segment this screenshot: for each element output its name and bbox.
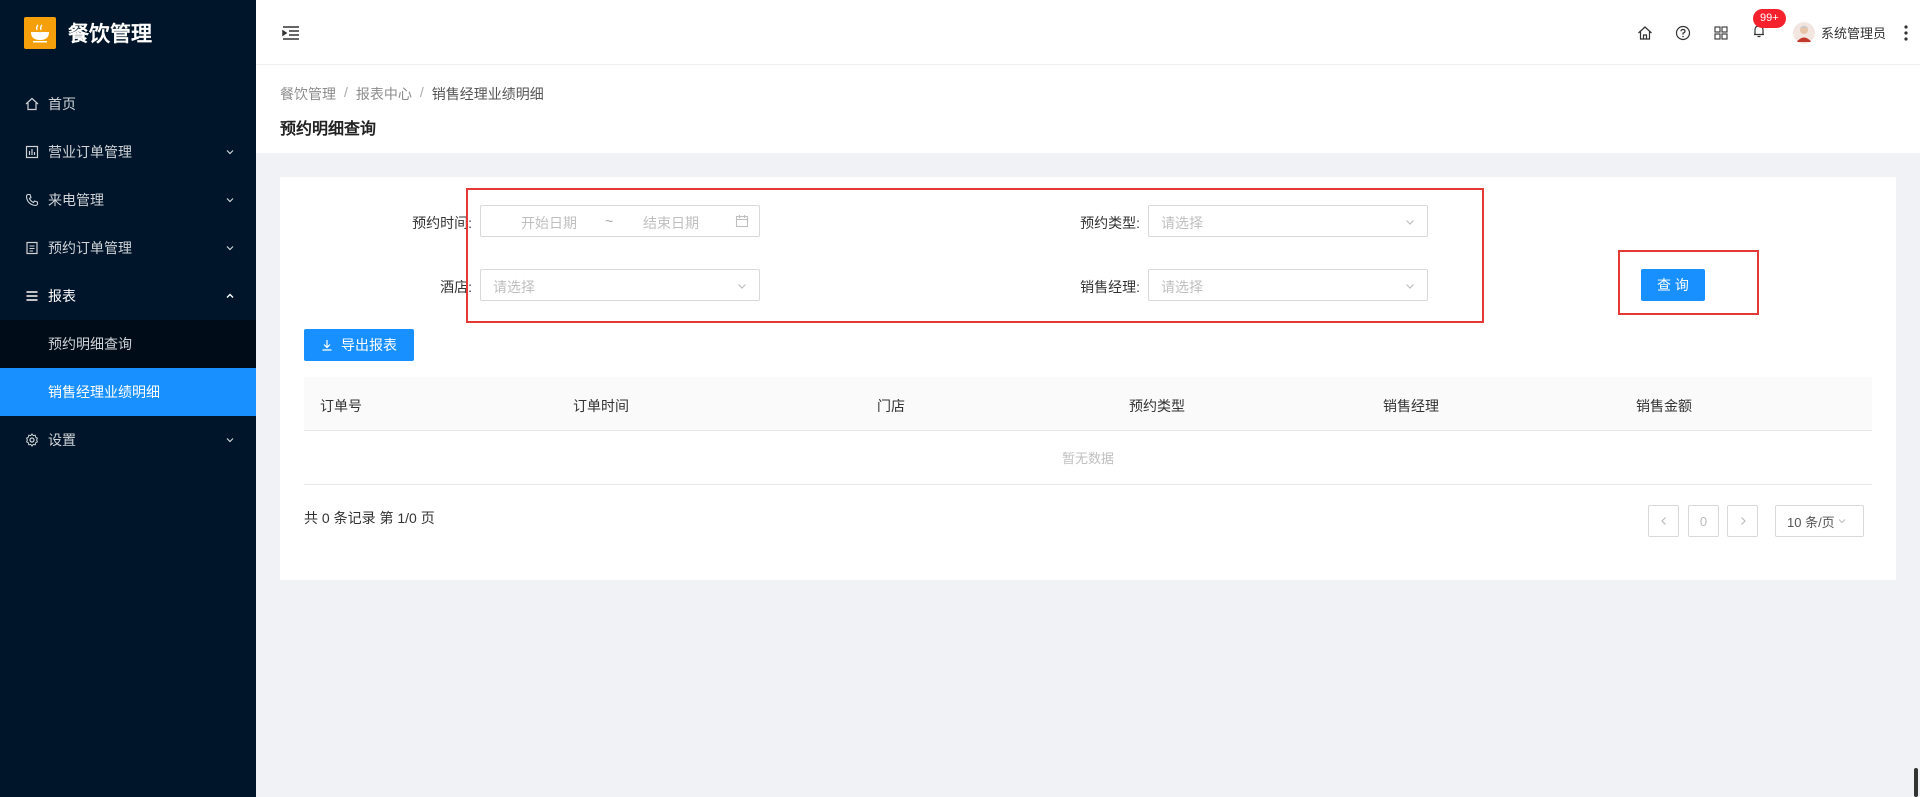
more-vertical-icon[interactable]	[1896, 23, 1916, 43]
chevron-right-icon	[1738, 514, 1748, 529]
reservation-type-label: 预约类型:	[1080, 215, 1140, 231]
notification-button[interactable]: 99+	[1749, 8, 1786, 43]
phone-icon	[24, 192, 40, 208]
empty-state: 暂无数据	[304, 431, 1872, 485]
sidebar-item-label: 首页	[48, 96, 76, 112]
sidebar-item-label: 报表	[48, 288, 76, 304]
sidebar-item-label: 预约订单管理	[48, 240, 132, 256]
date-range-separator: ~	[605, 213, 614, 229]
page-title: 预约明细查询	[280, 121, 377, 138]
column-header[interactable]: 销售金额	[1636, 396, 1692, 416]
reservation-time-label: 预约时间:	[412, 215, 472, 231]
sidebar-item-calls[interactable]: 来电管理	[0, 176, 256, 224]
column-header[interactable]: 销售经理	[1383, 396, 1439, 416]
column-header[interactable]: 订单号	[320, 396, 362, 416]
breadcrumb-item[interactable]: 餐饮管理	[280, 84, 336, 104]
select-placeholder: 请选择	[1161, 215, 1203, 231]
top-header: 99+ 系统管理员	[256, 0, 1920, 65]
sidebar-item-label: 销售经理业绩明细	[48, 384, 160, 400]
download-icon	[321, 339, 333, 351]
sidebar-item-label: 来电管理	[48, 192, 104, 208]
next-page-button[interactable]	[1727, 505, 1758, 537]
sidebar-item-label: 营业订单管理	[48, 144, 132, 160]
sales-manager-select[interactable]: 请选择	[1148, 269, 1428, 301]
home-icon	[24, 96, 40, 112]
breadcrumb-separator: /	[344, 84, 348, 100]
prev-page-button[interactable]	[1648, 505, 1679, 537]
breadcrumb-separator: /	[419, 84, 424, 100]
select-placeholder: 请选择	[493, 279, 535, 295]
reservation-type-select[interactable]: 请选择	[1148, 205, 1428, 237]
logo-icon	[24, 17, 56, 49]
list-icon	[24, 240, 40, 256]
sidebar-item-reservation-details[interactable]: 预约明细查询	[0, 320, 256, 368]
reports-submenu: 预约明细查询 销售经理业绩明细	[0, 320, 256, 416]
breadcrumb: 餐饮管理 / 报表中心 / 销售经理业绩明细	[280, 84, 544, 104]
scrollbar-thumb[interactable]	[1914, 768, 1918, 797]
app-title: 餐饮管理	[68, 23, 152, 46]
sidebar-item-reservations[interactable]: 预约订单管理	[0, 224, 256, 272]
menu-icon	[24, 288, 40, 304]
chart-icon	[24, 144, 40, 160]
start-date-input[interactable]: 开始日期	[521, 213, 577, 233]
table-header: 订单号 订单时间 门店 预约类型 销售经理 销售金额	[304, 377, 1872, 431]
column-header[interactable]: 门店	[877, 396, 905, 416]
side-menu: 首页 营业订单管理 来电管理 预约订单管理 报表 预约明细查询 销售经理业绩明细…	[0, 80, 256, 464]
gear-icon	[24, 432, 40, 448]
select-placeholder: 请选择	[1161, 279, 1203, 295]
data-table: 订单号 订单时间 门店 预约类型 销售经理 销售金额 暂无数据	[304, 377, 1872, 485]
sales-manager-label: 销售经理:	[1080, 279, 1140, 295]
hotel-label: 酒店:	[440, 279, 472, 295]
page-size-value: 10 条/页	[1787, 514, 1835, 530]
apps-icon[interactable]	[1711, 23, 1731, 43]
chevron-down-icon	[224, 241, 236, 257]
column-header[interactable]: 订单时间	[573, 396, 629, 416]
export-report-button[interactable]: 导出报表	[304, 329, 414, 361]
chevron-left-icon	[1659, 514, 1669, 529]
avatar[interactable]	[1792, 21, 1815, 44]
chevron-down-icon	[1404, 279, 1416, 295]
export-label: 导出报表	[341, 337, 397, 353]
sidebar-item-reports[interactable]: 报表	[0, 272, 256, 320]
sidebar-item-label: 预约明细查询	[48, 336, 132, 352]
breadcrumb-item[interactable]: 报表中心	[356, 84, 412, 104]
chevron-down-icon	[224, 193, 236, 209]
sidebar-item-label: 设置	[48, 432, 76, 448]
home-icon[interactable]	[1635, 23, 1655, 43]
help-icon[interactable]	[1673, 23, 1693, 43]
chevron-down-icon	[224, 433, 236, 449]
end-date-input[interactable]: 结束日期	[643, 213, 699, 233]
chevron-down-icon	[1837, 516, 1847, 526]
chevron-down-icon	[1404, 215, 1416, 231]
page-number[interactable]: 0	[1688, 505, 1719, 537]
header-actions: 99+ 系统管理员	[1617, 0, 1920, 65]
username[interactable]: 系统管理员	[1821, 23, 1886, 42]
breadcrumb-current: 销售经理业绩明细	[431, 86, 544, 102]
date-range-picker[interactable]: 开始日期 ~ 结束日期	[480, 205, 760, 237]
chevron-down-icon	[736, 279, 748, 295]
logo[interactable]: 餐饮管理	[0, 0, 256, 66]
calendar-icon	[735, 214, 749, 231]
column-header[interactable]: 预约类型	[1129, 396, 1185, 416]
sidebar-item-business-orders[interactable]: 营业订单管理	[0, 128, 256, 176]
notification-badge: 99+	[1752, 8, 1786, 28]
sidebar-item-settings[interactable]: 设置	[0, 416, 256, 464]
page-header: 餐饮管理 / 报表中心 / 销售经理业绩明细 预约明细查询	[256, 65, 1920, 153]
chevron-down-icon	[224, 145, 236, 161]
sidebar: 餐饮管理 首页 营业订单管理 来电管理 预约订单管理 报表 预约明细查询 销售经…	[0, 0, 256, 797]
sidebar-item-sales-manager-performance[interactable]: 销售经理业绩明细	[0, 368, 256, 416]
pagination-summary: 共 0 条记录 第 1/0 页	[304, 510, 435, 526]
chevron-up-icon	[224, 289, 236, 305]
sidebar-item-home[interactable]: 首页	[0, 80, 256, 128]
query-button[interactable]: 查 询	[1641, 269, 1705, 301]
page-size-select[interactable]: 10 条/页	[1775, 505, 1864, 537]
menu-fold-icon[interactable]	[280, 22, 302, 44]
hotel-select[interactable]: 请选择	[480, 269, 760, 301]
